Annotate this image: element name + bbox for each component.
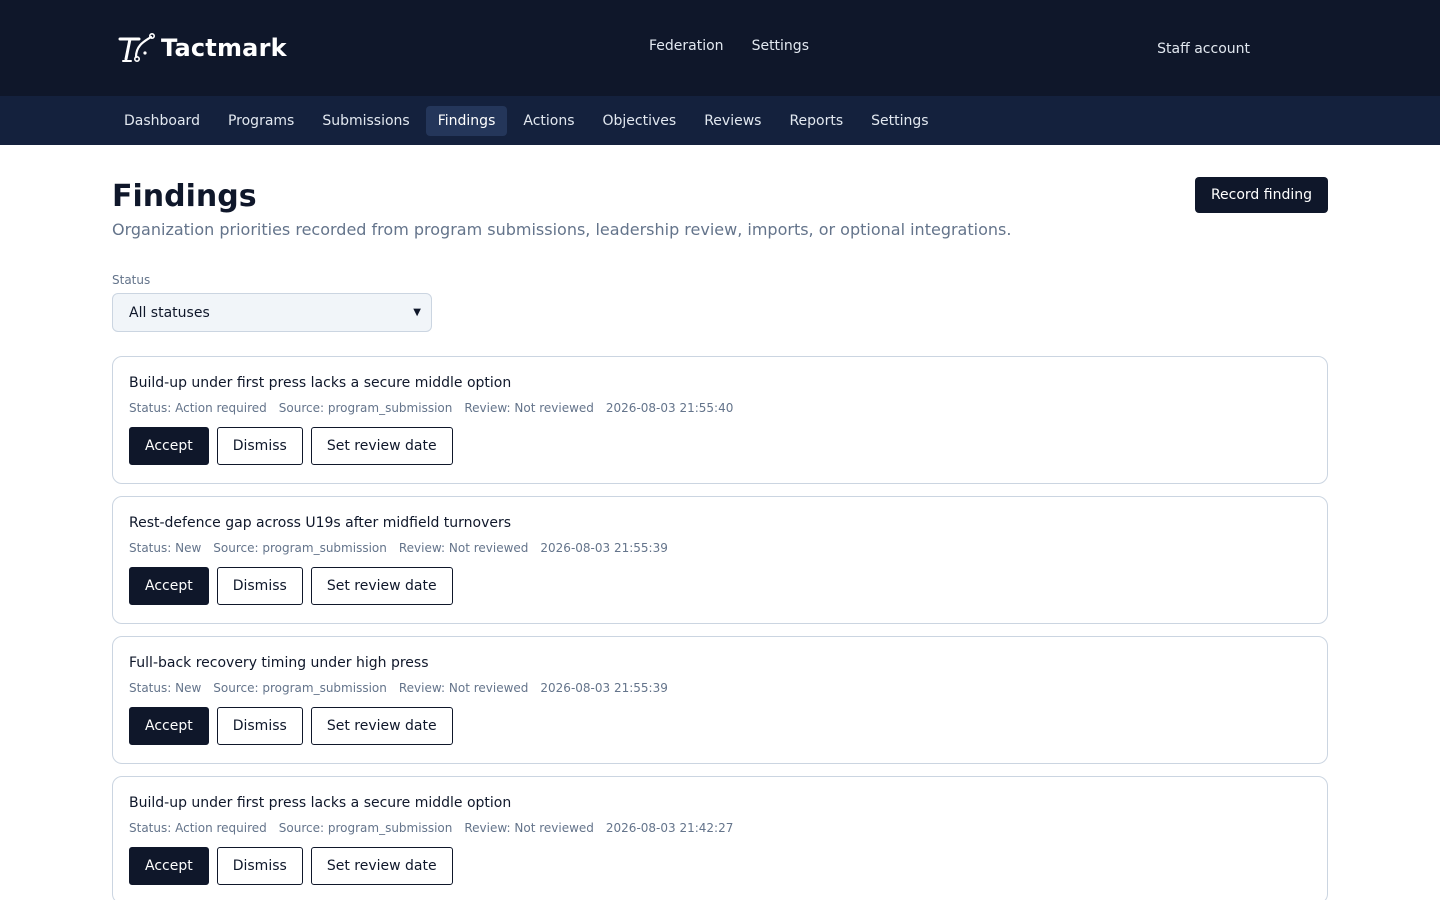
finding-meta: Status: New Source: program_submission R… xyxy=(129,541,1311,555)
finding-source: Source: program_submission xyxy=(278,401,453,415)
section-nav-reviews[interactable]: Reviews xyxy=(692,106,773,136)
section-nav-programs[interactable]: Programs xyxy=(216,106,306,136)
finding-timestamp: 2026-08-03 21:55:39 xyxy=(540,541,668,555)
finding-meta: Status: Action required Source: program_… xyxy=(129,401,1311,415)
record-finding-button[interactable]: Record finding xyxy=(1194,177,1328,213)
section-nav-actions[interactable]: Actions xyxy=(511,106,586,136)
status-select-value: All statuses xyxy=(129,304,210,321)
status-filter-label: Status xyxy=(112,273,151,287)
section-nav-objectives[interactable]: Objectives xyxy=(591,106,689,136)
set-review-date-button[interactable]: Set review date xyxy=(310,567,453,605)
finding-status: Status: New xyxy=(129,681,202,695)
section-nav: Dashboard Programs Submissions Findings … xyxy=(0,96,1440,145)
status-select[interactable]: All statuses ▼ xyxy=(112,293,432,332)
section-nav-settings[interactable]: Settings xyxy=(859,106,940,136)
dismiss-button[interactable]: Dismiss xyxy=(216,707,303,745)
section-nav-submissions[interactable]: Submissions xyxy=(310,106,421,136)
finding-status: Status: Action required xyxy=(129,401,267,415)
finding-card: Rest-defence gap across U19s after midfi… xyxy=(112,496,1328,624)
brand-logo[interactable]: Tactmark xyxy=(117,31,287,65)
accept-button[interactable]: Accept xyxy=(129,427,209,465)
page-subtitle: Organization priorities recorded from pr… xyxy=(112,220,1012,239)
finding-source: Source: program_submission xyxy=(278,821,453,835)
finding-actions: Accept Dismiss Set review date xyxy=(129,427,1311,465)
finding-title: Build-up under first press lacks a secur… xyxy=(129,375,512,391)
finding-timestamp: 2026-08-03 21:55:39 xyxy=(540,681,668,695)
staff-account-link[interactable]: Staff account xyxy=(1157,41,1250,57)
finding-meta: Status: Action required Source: program_… xyxy=(129,821,1311,835)
accept-button[interactable]: Accept xyxy=(129,707,209,745)
finding-title: Full-back recovery timing under high pre… xyxy=(129,655,429,671)
finding-timestamp: 2026-08-03 21:42:27 xyxy=(605,821,734,835)
findings-list: Build-up under first press lacks a secur… xyxy=(112,356,1328,900)
dismiss-button[interactable]: Dismiss xyxy=(216,847,303,885)
set-review-date-button[interactable]: Set review date xyxy=(310,707,453,745)
set-review-date-button[interactable]: Set review date xyxy=(310,847,453,885)
section-nav-findings[interactable]: Findings xyxy=(425,105,508,136)
top-nav: Federation Settings xyxy=(649,38,809,54)
finding-card: Build-up under first press lacks a secur… xyxy=(112,356,1328,484)
accept-button[interactable]: Accept xyxy=(129,567,209,605)
finding-review: Review: Not reviewed xyxy=(398,681,529,695)
brand-name: Tactmark xyxy=(161,34,287,62)
finding-source: Source: program_submission xyxy=(213,681,387,695)
finding-status: Status: New xyxy=(129,541,202,555)
top-nav-federation[interactable]: Federation xyxy=(649,38,724,54)
finding-actions: Accept Dismiss Set review date xyxy=(129,847,1311,885)
finding-card: Full-back recovery timing under high pre… xyxy=(112,636,1328,764)
finding-title: Build-up under first press lacks a secur… xyxy=(129,795,512,811)
dismiss-button[interactable]: Dismiss xyxy=(216,567,303,605)
finding-title: Rest-defence gap across U19s after midfi… xyxy=(129,515,512,531)
section-nav-dashboard[interactable]: Dashboard xyxy=(112,106,212,136)
top-nav-settings[interactable]: Settings xyxy=(752,38,809,54)
page-title: Findings xyxy=(112,179,257,214)
top-header: Tactmark Federation Settings Staff accou… xyxy=(0,0,1440,96)
accept-button[interactable]: Accept xyxy=(129,847,209,885)
status-filter: Status All statuses ▼ xyxy=(112,273,1328,332)
finding-source: Source: program_submission xyxy=(213,541,387,555)
dismiss-button[interactable]: Dismiss xyxy=(216,427,303,465)
tactmark-logo-icon xyxy=(118,32,155,62)
main-content: Findings Organization priorities recorde… xyxy=(0,145,1440,900)
finding-review: Review: Not reviewed xyxy=(398,541,529,555)
finding-review: Review: Not reviewed xyxy=(464,821,594,835)
finding-actions: Accept Dismiss Set review date xyxy=(129,567,1311,605)
set-review-date-button[interactable]: Set review date xyxy=(310,427,453,465)
finding-actions: Accept Dismiss Set review date xyxy=(129,707,1311,745)
finding-meta: Status: New Source: program_submission R… xyxy=(129,681,1311,695)
section-nav-reports[interactable]: Reports xyxy=(777,106,855,136)
finding-review: Review: Not reviewed xyxy=(464,401,594,415)
finding-status: Status: Action required xyxy=(129,821,267,835)
account-menu: Staff account xyxy=(1157,38,1250,57)
finding-timestamp: 2026-08-03 21:55:40 xyxy=(605,401,734,415)
finding-card: Build-up under first press lacks a secur… xyxy=(112,776,1328,900)
chevron-down-icon: ▼ xyxy=(413,307,421,318)
